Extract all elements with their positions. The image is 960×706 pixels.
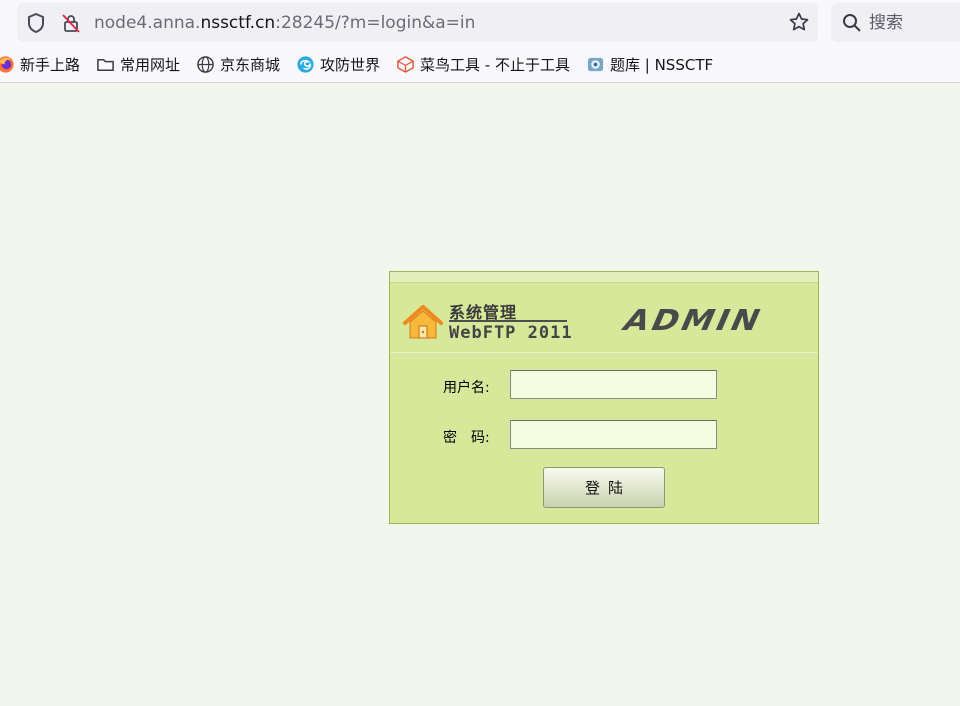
url-suffix: :28245/?m=login&a=in [275,13,476,33]
bookmark-label: 新手上路 [20,55,81,74]
bookmark-label: 常用网址 [120,55,181,74]
password-input[interactable] [510,420,717,449]
folder-icon [97,58,114,71]
login-button[interactable]: 登陆 [543,467,665,508]
username-label: 用户名: [443,380,490,396]
address-bar[interactable]: node4.anna.nssctf.cn:28245/?m=login&a=in [17,3,818,42]
nssctf-icon [587,57,604,71]
url-prefix: node4.anna. [94,13,201,33]
admin-logo: ADMIN [621,302,766,338]
login-header: 系统管理 WebFTP 2011 ADMIN [390,283,818,353]
bookmark-jd[interactable]: 京东商城 [196,54,280,74]
shield-icon[interactable] [26,12,46,34]
bookmark-cainiao[interactable]: 菜鸟工具 - 不止于工具 [396,54,570,74]
browser-toolbar: node4.anna.nssctf.cn:28245/?m=login&a=in… [0,0,960,46]
bookmark-label: 题库 | NSSCTF [610,55,714,74]
bookmark-label: 菜鸟工具 - 不止于工具 [420,55,570,74]
search-icon [843,14,861,32]
bookmark-star-icon[interactable] [788,11,810,33]
url-host: nssctf.cn [200,13,276,33]
title-underline [449,320,567,322]
cube-icon [397,55,414,73]
login-panel: 系统管理 WebFTP 2011 ADMIN 用户名: 密 码: 登陆 [389,271,819,524]
search-bar[interactable]: 搜索 [831,3,960,42]
url-text[interactable]: node4.anna.nssctf.cn:28245/?m=login&a=in [94,12,475,34]
system-subtitle: WebFTP 2011 [449,323,573,343]
bookmark-nssctf[interactable]: 题库 | NSSCTF [586,54,713,74]
panel-top-strip [390,272,818,283]
password-label: 密 码: [443,430,490,446]
bookmarks-bar: 新手上路 常用网址 京东商城 攻防世界 菜鸟工具 - 不止于工具 题库 | NS… [0,46,960,83]
username-input[interactable] [510,370,717,399]
search-placeholder: 搜索 [869,13,903,33]
house-icon [403,305,443,339]
bookmark-label: 京东商城 [220,55,281,74]
swirl-icon [297,55,314,73]
bookmark-label: 攻防世界 [320,55,381,74]
bookmark-gongfang[interactable]: 攻防世界 [296,54,380,74]
firefox-icon [0,55,14,73]
insecure-lock-icon[interactable] [60,12,82,34]
bookmark-folder[interactable]: 常用网址 [96,54,180,74]
bookmark-xinshou[interactable]: 新手上路 [0,54,80,74]
globe-icon [197,55,214,73]
